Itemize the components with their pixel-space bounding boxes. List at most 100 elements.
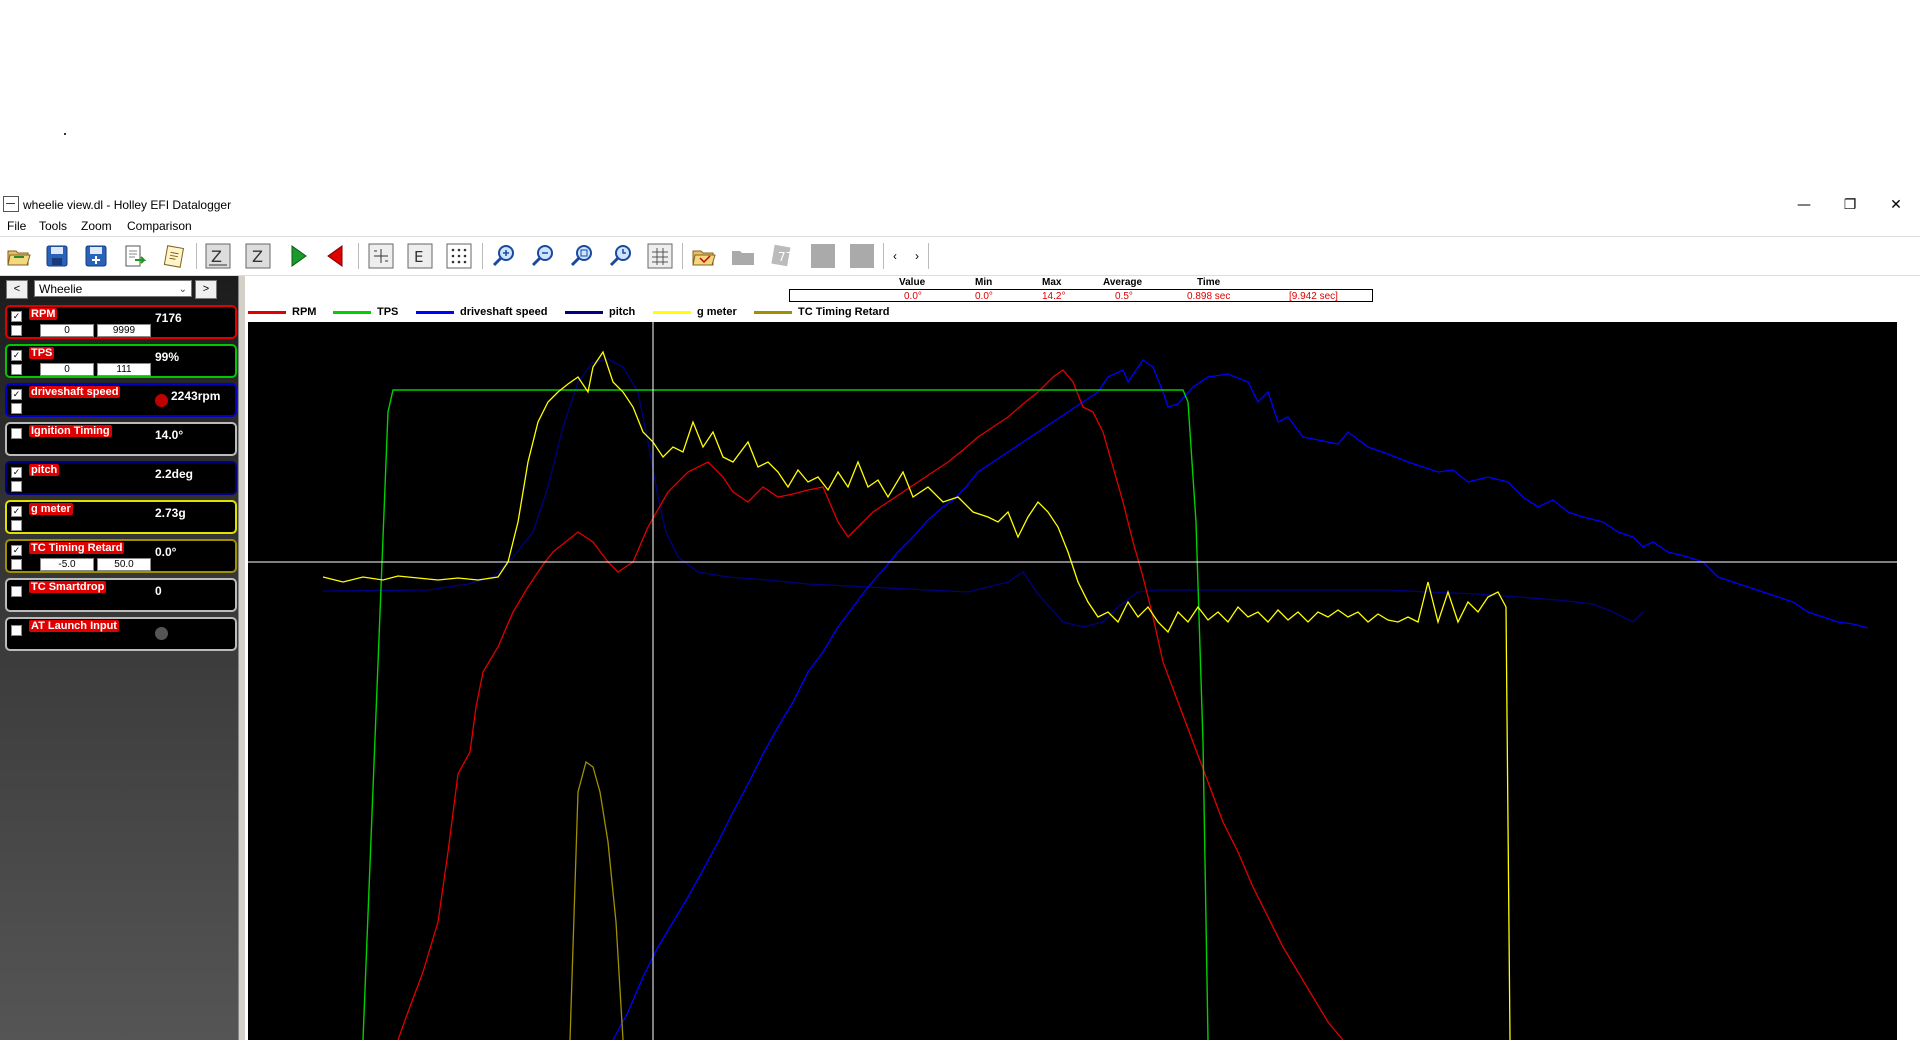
play-back-button[interactable] bbox=[321, 241, 351, 271]
range-min-input[interactable]: 0 bbox=[40, 324, 94, 337]
channel-select-checkbox[interactable] bbox=[11, 559, 22, 570]
range-max-input[interactable]: 50.0 bbox=[97, 558, 151, 571]
legend-tc-timing-retard[interactable]: TC Timing Retard bbox=[754, 306, 889, 318]
channel-rpm[interactable]: ✓ RPM 7176 0 9999 bbox=[5, 305, 237, 339]
channel-name: TC Smartdrop bbox=[29, 581, 107, 593]
compare-open-button[interactable] bbox=[689, 241, 719, 271]
legend-rpm[interactable]: RPM bbox=[248, 306, 316, 318]
sidebar-splitter[interactable] bbox=[238, 276, 245, 1040]
legend-g-meter[interactable]: g meter bbox=[653, 306, 737, 318]
save-as-button[interactable] bbox=[81, 241, 111, 271]
zoom-in-button[interactable] bbox=[489, 241, 519, 271]
open-file-button[interactable] bbox=[4, 241, 34, 271]
compare-disabled-icon bbox=[811, 244, 835, 268]
next-preset-button[interactable]: > bbox=[195, 280, 217, 299]
event-button[interactable]: E bbox=[405, 241, 435, 271]
trace-g-meter bbox=[322, 350, 1511, 1041]
zoom-reset-icon: Z bbox=[245, 243, 271, 269]
plot-canvas[interactable] bbox=[248, 322, 1897, 1041]
zoom-time-button[interactable] bbox=[606, 241, 636, 271]
channel-at-launch-input[interactable]: AT Launch Input bbox=[5, 617, 237, 651]
minimize-button[interactable]: — bbox=[1781, 193, 1827, 217]
channel-tc-smartdrop[interactable]: TC Smartdrop 0 bbox=[5, 578, 237, 612]
channel-visible-checkbox[interactable]: ✓ bbox=[11, 467, 22, 478]
channel-visible-checkbox[interactable] bbox=[11, 625, 22, 636]
legend-driveshaft-speed[interactable]: driveshaft speed bbox=[416, 306, 547, 318]
dots-button[interactable] bbox=[444, 241, 474, 271]
channel-name: Ignition Timing bbox=[29, 425, 112, 437]
channel-visible-checkbox[interactable]: ✓ bbox=[11, 311, 22, 322]
zoom-fit-button[interactable] bbox=[567, 241, 597, 271]
channel-value: 2243rpm bbox=[171, 389, 221, 403]
legend-swatch bbox=[248, 310, 286, 314]
save-button[interactable] bbox=[42, 241, 72, 271]
channel-visible-checkbox[interactable]: ✓ bbox=[11, 389, 22, 400]
compare-option-button[interactable] bbox=[847, 241, 877, 271]
range-max-input[interactable]: 9999 bbox=[97, 324, 151, 337]
channel-ignition-timing[interactable]: Ignition Timing 14.0° bbox=[5, 422, 237, 456]
channel-visible-checkbox[interactable]: ✓ bbox=[11, 350, 22, 361]
play-forward-button[interactable] bbox=[283, 241, 313, 271]
zoom-out-button[interactable] bbox=[528, 241, 558, 271]
grid-button[interactable] bbox=[366, 241, 396, 271]
channel-name: TC Timing Retard bbox=[29, 542, 125, 554]
svg-text:E: E bbox=[414, 248, 423, 266]
legend-tps[interactable]: TPS bbox=[333, 306, 398, 318]
toolbar-separator bbox=[358, 243, 359, 269]
menu-zoom[interactable]: Zoom bbox=[81, 219, 112, 233]
channel-value: 7176 bbox=[155, 311, 182, 325]
save-as-icon bbox=[85, 245, 107, 267]
status-led-icon bbox=[155, 627, 168, 640]
channel-tps[interactable]: ✓ TPS 99% 0 111 bbox=[5, 344, 237, 378]
toolbar-separator bbox=[196, 243, 197, 269]
zoom-fit-icon bbox=[570, 245, 592, 267]
menu-comparison[interactable]: Comparison bbox=[127, 219, 192, 233]
channel-visible-checkbox[interactable]: ✓ bbox=[11, 506, 22, 517]
table-button[interactable] bbox=[645, 241, 675, 271]
channel-tc-timing-retard[interactable]: ✓ TC Timing Retard 0.0° -5.0 50.0 bbox=[5, 539, 237, 573]
compare-close-button[interactable] bbox=[728, 241, 758, 271]
preset-dropdown[interactable]: Wheelie ⌄ bbox=[34, 280, 192, 297]
channel-pitch[interactable]: ✓ pitch 2.2deg bbox=[5, 461, 237, 495]
export-button[interactable] bbox=[120, 241, 150, 271]
zoom-all-button[interactable]: Z bbox=[203, 241, 233, 271]
channel-visible-checkbox[interactable] bbox=[11, 586, 22, 597]
range-min-input[interactable]: -5.0 bbox=[40, 558, 94, 571]
channel-select-checkbox[interactable] bbox=[11, 325, 22, 336]
stats-max: 14.2° bbox=[1042, 291, 1066, 302]
toolbar-scroll-left[interactable]: ‹ bbox=[884, 241, 906, 271]
menu-file[interactable]: File bbox=[7, 219, 26, 233]
menu-tools[interactable]: Tools bbox=[39, 219, 67, 233]
toolbar-scroll-right[interactable]: › bbox=[906, 241, 928, 271]
channel-select-checkbox[interactable] bbox=[11, 403, 22, 414]
compare-edit-button[interactable]: 77 bbox=[767, 241, 797, 271]
trace-tc-timing-retard bbox=[569, 760, 624, 1041]
status-led-icon bbox=[155, 394, 168, 407]
legend-label: g meter bbox=[697, 306, 737, 318]
range-min-input[interactable]: 0 bbox=[40, 363, 94, 376]
channel-select-checkbox[interactable] bbox=[11, 520, 22, 531]
channel-select-checkbox[interactable] bbox=[11, 481, 22, 492]
compare-disabled-icon bbox=[850, 244, 874, 268]
legend-pitch[interactable]: pitch bbox=[565, 306, 635, 318]
restore-button[interactable]: ❐ bbox=[1827, 193, 1873, 217]
close-button[interactable]: ✕ bbox=[1873, 193, 1919, 217]
channel-select-checkbox[interactable] bbox=[11, 364, 22, 375]
range-max-input[interactable]: 111 bbox=[97, 363, 151, 376]
legend-label: driveshaft speed bbox=[460, 306, 548, 318]
compare-disabled-icon bbox=[732, 251, 754, 265]
legend-swatch bbox=[565, 310, 603, 314]
channel-visible-checkbox[interactable] bbox=[11, 428, 22, 439]
channel-visible-checkbox[interactable]: ✓ bbox=[11, 545, 22, 556]
zoom-reset-button[interactable]: Z bbox=[243, 241, 273, 271]
preset-value: Wheelie bbox=[39, 282, 83, 296]
channel-g-meter[interactable]: ✓ g meter 2.73g bbox=[5, 500, 237, 534]
channel-driveshaft-speed[interactable]: ✓ driveshaft speed 2243rpm bbox=[5, 383, 237, 417]
channel-name: AT Launch Input bbox=[29, 620, 119, 632]
notes-button[interactable] bbox=[159, 241, 189, 271]
trace-chart bbox=[248, 322, 1897, 1041]
legend-swatch bbox=[416, 310, 454, 314]
compare-option-button[interactable] bbox=[808, 241, 838, 271]
prev-preset-button[interactable]: < bbox=[6, 280, 28, 299]
svg-text:Z: Z bbox=[211, 247, 222, 266]
